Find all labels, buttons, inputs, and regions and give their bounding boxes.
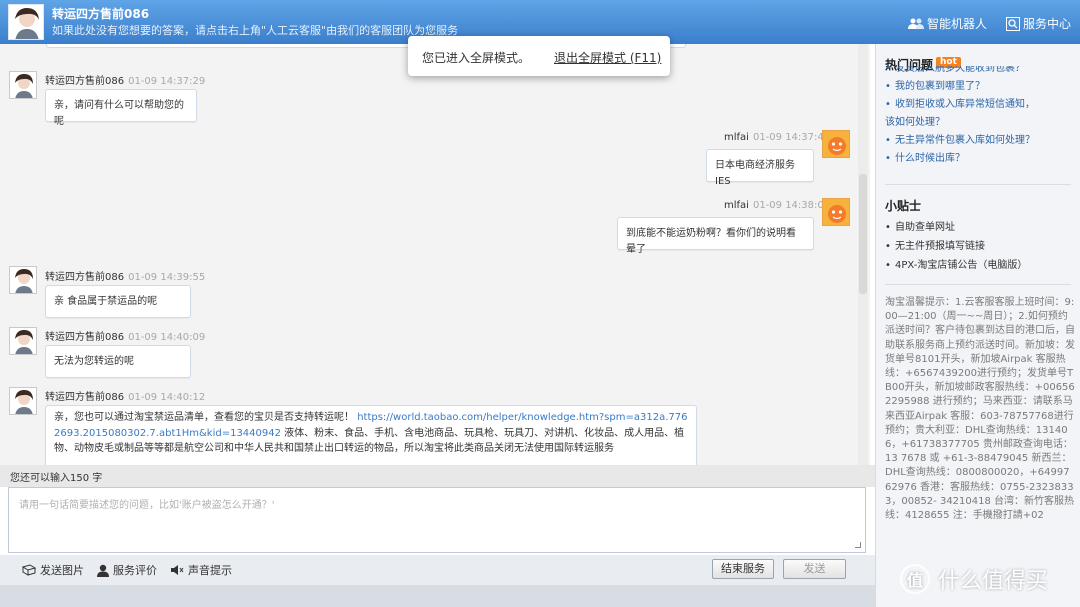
message-bubble: 无法为您转运的呢 <box>45 345 191 378</box>
fullscreen-notice: 您已进入全屏模式。 退出全屏模式 (F11) <box>408 36 670 76</box>
watermark: 值 什么值得买 <box>900 563 1048 595</box>
message-input-box[interactable] <box>8 487 866 553</box>
faq-item-continued[interactable]: 该如何处理？ <box>885 114 1075 132</box>
message-bubble: 日本电商经济服务IES <box>706 149 814 187</box>
page-title: 转运四方售前086 <box>52 7 150 21</box>
service-center-label: 服务中心 <box>1023 17 1072 31</box>
tip-item[interactable]: 4PX-淘宝店铺公告（电脑版） <box>885 256 1075 275</box>
counter-prefix: 您还可以输入 <box>10 473 70 484</box>
watermark-logo: 值 <box>900 564 930 594</box>
search-icon <box>1006 16 1020 31</box>
sound-alert-label: 声音提示 <box>188 564 232 577</box>
smart-robot-label: 智能机器人 <box>927 17 988 31</box>
message-bubble: 亲，您也可以通过淘宝禁运品清单，查看您的宝贝是否支持转运呢！ https://w… <box>45 405 697 465</box>
sender-name: 转运四方售前086 <box>45 76 125 87</box>
message-text: 亲，您也可以通过淘宝禁运品清单，查看您的宝贝是否支持转运呢！ <box>54 412 354 423</box>
message-meta: 转运四方售前086 01-09 14:37:29 <box>45 72 205 87</box>
message-meta: 转运四方售前086 01-09 14:39:55 <box>45 268 205 283</box>
sidebar-divider <box>885 284 1071 285</box>
sender-name: 转运四方售前086 <box>45 272 125 283</box>
header-subtitle: 如果此处没有您想要的答案，请点击右上角"人工云客服"由我们的客服团队为您服务 <box>52 24 459 37</box>
faq-item[interactable]: 收到拒收或入库异常短信通知， <box>885 96 1075 114</box>
chat-scrollbar[interactable] <box>858 44 868 465</box>
sender-name: mlfai <box>724 132 749 143</box>
scrollbar-thumb[interactable] <box>859 174 867 294</box>
chat-history[interactable]: 转运四方售前086 01-09 14:37:29 亲，请问有什么可以帮助您的呢 m… <box>0 44 870 465</box>
message-time: 01-09 14:40:12 <box>128 392 206 403</box>
send-image-label: 发送图片 <box>40 564 84 577</box>
faq-item[interactable]: 什么时候出库？ <box>885 150 1075 168</box>
tip-item[interactable]: 自助查单网址 <box>885 218 1075 237</box>
user-avatar <box>822 198 850 226</box>
notice-text: 淘宝温馨提示：1.云客服客服上班时间：9:00—21:00（周一~~周日）；2.… <box>885 297 1075 522</box>
smart-robot-link[interactable]: 智能机器人 <box>908 15 987 32</box>
message-time: 01-09 14:38:04 <box>752 200 831 211</box>
end-service-button[interactable]: 结束服务 <box>712 559 774 579</box>
sidebar-divider <box>885 184 1071 185</box>
message-bubble: 到底能不能运奶粉啊？看你们的说明看晕了 <box>617 217 814 255</box>
message-bubble: 亲 食品属于禁运品的呢 <box>45 285 191 318</box>
send-image-button[interactable]: 发送图片 <box>22 562 84 578</box>
faq-item[interactable]: 发货后入航多久能收到包裹？ <box>885 66 1075 78</box>
sender-name: 转运四方售前086 <box>45 332 125 343</box>
sound-alert-toggle[interactable]: 声音提示 <box>170 562 232 578</box>
message-time: 01-09 14:37:29 <box>128 76 206 87</box>
message-meta: mlfai 01-09 14:38:04 <box>724 200 830 211</box>
tip-item[interactable]: 无主件预报填写链接 <box>885 237 1075 256</box>
agent-avatar <box>9 266 37 294</box>
footer-strip <box>0 585 875 607</box>
exit-fullscreen-link[interactable]: 退出全屏模式 (F11) <box>554 49 661 66</box>
users-icon <box>908 18 924 30</box>
agent-avatar <box>9 71 37 99</box>
message-time: 01-09 14:39:55 <box>128 272 206 283</box>
faq-item[interactable]: 无主异常件包裹入库如何处理？ <box>885 132 1075 150</box>
message-meta: mlfai 01-09 14:37:48 <box>724 132 830 143</box>
message-meta: 转运四方售前086 01-09 14:40:12 <box>45 388 205 403</box>
counter-suffix: 字 <box>92 473 103 484</box>
mute-speaker-icon <box>170 564 184 576</box>
sender-name: 转运四方售前086 <box>45 392 125 403</box>
message-meta: 转运四方售前086 01-09 14:40:09 <box>45 328 205 343</box>
rate-service-label: 服务评价 <box>113 564 157 577</box>
message-time: 01-09 14:37:48 <box>752 132 831 143</box>
input-counter-bar: 您还可以输入150 字 <box>0 465 875 487</box>
message-input[interactable] <box>9 488 865 552</box>
agent-avatar <box>9 327 37 355</box>
sender-name: mlfai <box>724 200 749 211</box>
char-counter: 您还可以输入150 字 <box>10 469 102 484</box>
image-icon <box>22 564 36 576</box>
rate-service-button[interactable]: 服务评价 <box>97 562 157 578</box>
service-center-link[interactable]: 服务中心 <box>1006 15 1071 32</box>
agent-avatar <box>9 387 37 415</box>
fullscreen-message: 您已进入全屏模式。 <box>422 51 531 65</box>
user-avatar <box>822 130 850 158</box>
send-button[interactable]: 发送 <box>783 559 846 579</box>
counter-value: 150 <box>70 473 90 484</box>
faq-list: 发货后入航多久能收到包裹？ 我的包裹到哪里了？ 收到拒收或入库异常短信通知， 该… <box>885 66 1075 168</box>
resize-handle[interactable] <box>855 542 861 548</box>
message-time: 01-09 14:40:09 <box>128 332 206 343</box>
right-sidebar: 热门问题 hot 发货后入航多久能收到包裹？ 我的包裹到哪里了？ 收到拒收或入库… <box>875 44 1080 607</box>
tips-title: 小贴士 <box>885 199 922 213</box>
message-bubble: 亲，请问有什么可以帮助您的呢 <box>45 89 197 127</box>
faq-item[interactable]: 我的包裹到哪里了？ <box>885 78 1075 96</box>
tips-list: 自助查单网址 无主件预报填写链接 4PX-淘宝店铺公告（电脑版） <box>885 218 1075 275</box>
user-icon <box>97 564 109 577</box>
shop-avatar <box>8 4 44 40</box>
watermark-text: 什么值得买 <box>938 569 1049 594</box>
